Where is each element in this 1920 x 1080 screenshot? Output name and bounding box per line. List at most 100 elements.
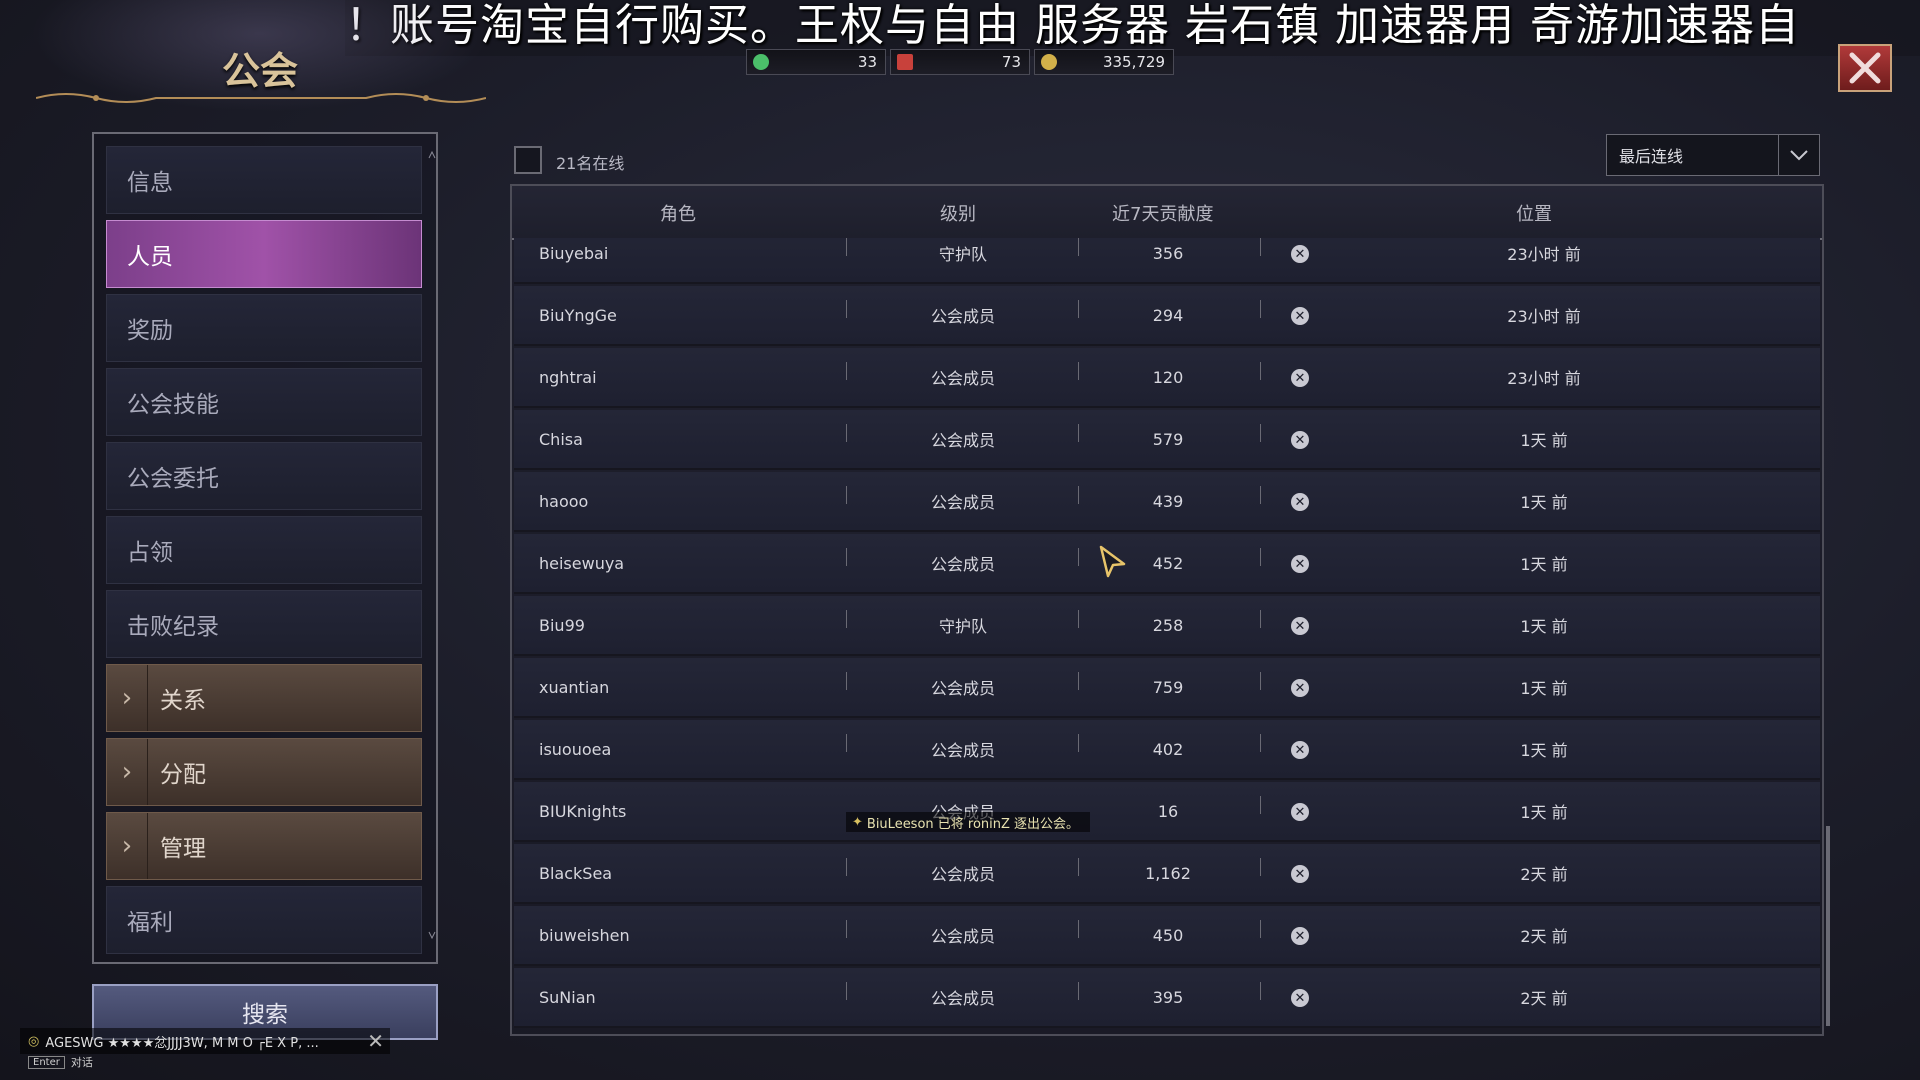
kick-icon[interactable]: ✕: [1291, 927, 1309, 945]
close-button[interactable]: [1838, 44, 1892, 92]
kick-icon[interactable]: ✕: [1291, 493, 1309, 511]
member-list: Biuyebai 守护队 356 ✕ 23小时 前 BiuYngGe 公会成员 …: [514, 238, 1820, 1034]
column-header-contribution[interactable]: 近7天贡献度: [1112, 200, 1213, 226]
member-rank: 公会成员: [930, 741, 995, 760]
currency-ticket: 73: [890, 49, 1030, 75]
ticket-icon: [897, 54, 913, 70]
divider: [1260, 796, 1261, 814]
divider: [1260, 300, 1261, 318]
member-last-online: 23小时 前: [1507, 245, 1581, 264]
table-row[interactable]: Biuyebai 守护队 356 ✕ 23小时 前: [514, 238, 1820, 284]
kick-icon[interactable]: ✕: [1291, 865, 1309, 883]
menu-item-benefits[interactable]: 福利: [106, 886, 422, 954]
table-row[interactable]: nghtrai 公会成员 120 ✕ 23小时 前: [514, 348, 1820, 408]
chat-hint: Enter 对话: [28, 1054, 93, 1070]
kick-icon[interactable]: ✕: [1291, 617, 1309, 635]
table-row[interactable]: isuouoea 公会成员 402 ✕ 1天 前: [514, 720, 1820, 780]
chat-hint-label: 对话: [70, 1056, 93, 1069]
kick-icon[interactable]: ✕: [1291, 369, 1309, 387]
table-row[interactable]: BlackSea 公会成员 1,162 ✕ 2天 前: [514, 844, 1820, 904]
member-name: nghtrai: [539, 367, 597, 387]
member-contribution: 759: [1152, 677, 1184, 697]
column-header-location[interactable]: 位置: [1516, 200, 1552, 226]
column-header-rank[interactable]: 级别: [940, 200, 976, 226]
member-rank: 公会成员: [930, 927, 995, 946]
menu-label: 占领: [127, 540, 173, 566]
table-row[interactable]: BiuYngGe 公会成员 294 ✕ 23小时 前: [514, 286, 1820, 346]
menu-group-relations[interactable]: › 关系: [106, 664, 422, 732]
enter-key-hint: Enter: [28, 1055, 65, 1069]
kick-icon[interactable]: ✕: [1291, 307, 1309, 325]
currency-value: 73: [1001, 53, 1021, 71]
member-last-online: 23小时 前: [1507, 369, 1581, 388]
member-last-online: 23小时 前: [1507, 307, 1581, 326]
table-row[interactable]: Chisa 公会成员 579 ✕ 1天 前: [514, 410, 1820, 470]
menu-item-defeat-records[interactable]: 击败纪录: [106, 590, 422, 658]
member-name: xuantian: [539, 677, 610, 697]
table-scrollbar[interactable]: [1826, 826, 1830, 1026]
member-rank: 公会成员: [930, 989, 995, 1008]
member-last-online: 1天 前: [1520, 493, 1568, 512]
sort-dropdown[interactable]: 最后连线: [1606, 134, 1820, 176]
chat-line[interactable]: ◎ AGESWG ★★★★忿JJJJ3W, M M O ┌E X P, ... …: [20, 1028, 390, 1054]
menu-label: 公会技能: [127, 392, 219, 418]
table-row[interactable]: biuweishen 公会成员 450 ✕ 2天 前: [514, 906, 1820, 966]
member-contribution: 356: [1152, 243, 1184, 263]
menu-label: 击败纪录: [127, 614, 219, 640]
kick-icon[interactable]: ✕: [1291, 803, 1309, 821]
menu-item-guild-contracts[interactable]: 公会委托: [106, 442, 422, 510]
table-row[interactable]: xuantian 公会成员 759 ✕ 1天 前: [514, 658, 1820, 718]
menu-scrollbar[interactable]: [428, 150, 436, 940]
member-rank: 守护队: [938, 617, 987, 636]
member-contribution: 1,162: [1145, 863, 1191, 883]
currency-value: 33: [857, 53, 877, 71]
close-icon[interactable]: ✕: [367, 1029, 390, 1053]
kick-icon[interactable]: ✕: [1291, 555, 1309, 573]
menu-group-management[interactable]: › 管理: [106, 812, 422, 880]
member-last-online: 1天 前: [1520, 431, 1568, 450]
chat-text: AGESWG ★★★★忿JJJJ3W, M M O ┌E X P, ...: [45, 1035, 319, 1051]
member-last-online: 2天 前: [1520, 989, 1568, 1008]
member-name: isuouoea: [539, 739, 612, 759]
kick-icon[interactable]: ✕: [1291, 989, 1309, 1007]
system-message: ✦ BiuLeeson 已将 roninZ 逐出公会。: [846, 812, 1090, 832]
divider: [1260, 920, 1261, 938]
column-header-character[interactable]: 角色: [660, 200, 696, 226]
stream-banner: ！账号淘宝自行购买。王权与自由 服务器 岩石镇 加速器用 奇游加速器自: [345, 0, 1920, 56]
menu-item-occupation[interactable]: 占领: [106, 516, 422, 584]
member-name: Chisa: [539, 429, 583, 449]
member-contribution: 294: [1152, 305, 1184, 325]
kick-icon[interactable]: ✕: [1291, 741, 1309, 759]
header-ornament: [36, 93, 486, 103]
member-name: Biu99: [539, 615, 585, 635]
online-count: 21名在线: [556, 154, 625, 173]
chevron-right-icon: ›: [107, 739, 148, 805]
menu-item-info[interactable]: 信息: [106, 146, 422, 214]
menu-group-distribution[interactable]: › 分配: [106, 738, 422, 806]
table-header: 角色 级别 近7天贡献度 位置: [512, 186, 1822, 240]
table-row[interactable]: SuNian 公会成员 395 ✕ 2天 前: [514, 968, 1820, 1028]
member-rank: 守护队: [938, 245, 987, 264]
kick-icon[interactable]: ✕: [1291, 431, 1309, 449]
kick-icon[interactable]: ✕: [1291, 245, 1309, 263]
member-contribution: 402: [1152, 739, 1184, 759]
table-row[interactable]: BIUKnights 公会成员 16 ✕ 1天 前: [514, 782, 1820, 842]
currency-value: 335,729: [1102, 53, 1165, 71]
menu-item-rewards[interactable]: 奖励: [106, 294, 422, 362]
table-row[interactable]: haooo 公会成员 439 ✕ 1天 前: [514, 472, 1820, 532]
kick-icon[interactable]: ✕: [1291, 679, 1309, 697]
member-last-online: 1天 前: [1520, 555, 1568, 574]
member-last-online: 2天 前: [1520, 865, 1568, 884]
table-row[interactable]: Biu99 守护队 258 ✕ 1天 前: [514, 596, 1820, 656]
close-icon: [1849, 52, 1881, 84]
online-only-checkbox[interactable]: [514, 146, 542, 174]
gem-icon: [753, 54, 769, 70]
menu-label: 人员: [127, 244, 173, 270]
table-row[interactable]: heisewuya 公会成员 452 ✕ 1天 前: [514, 534, 1820, 594]
menu-item-guild-skills[interactable]: 公会技能: [106, 368, 422, 436]
member-last-online: 1天 前: [1520, 617, 1568, 636]
chevron-right-icon: ›: [107, 665, 148, 731]
member-name: SuNian: [539, 987, 596, 1007]
chat-channel-icon: ◎: [28, 1033, 40, 1049]
menu-item-members[interactable]: 人员: [106, 220, 422, 288]
